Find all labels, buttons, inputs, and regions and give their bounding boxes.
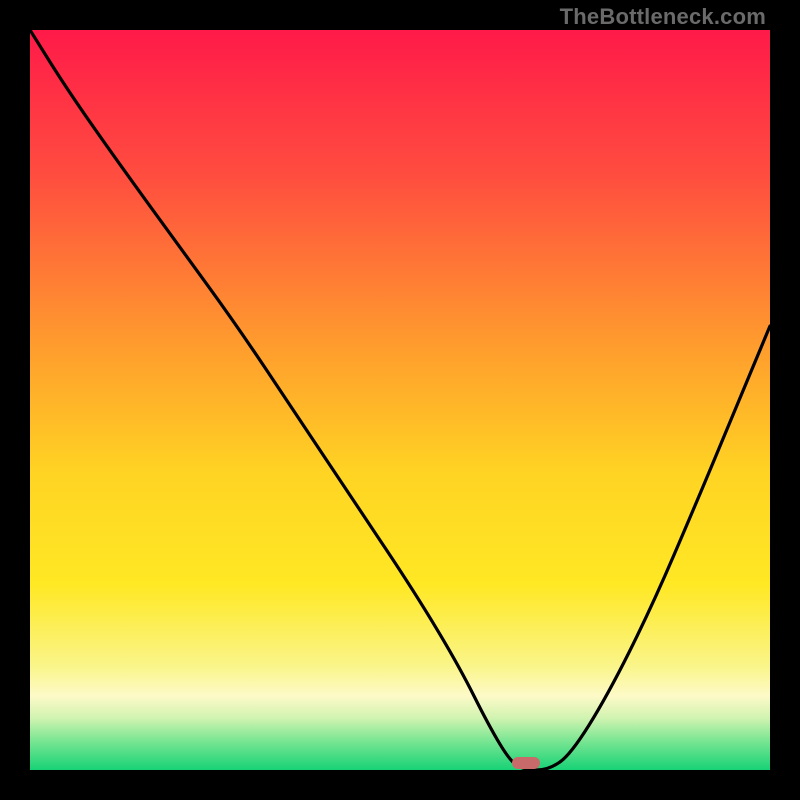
plot-area xyxy=(30,30,770,770)
chart-frame: TheBottleneck.com xyxy=(0,0,800,800)
optimum-marker xyxy=(512,757,540,769)
bottleneck-curve xyxy=(30,30,770,770)
watermark-text: TheBottleneck.com xyxy=(560,4,766,30)
